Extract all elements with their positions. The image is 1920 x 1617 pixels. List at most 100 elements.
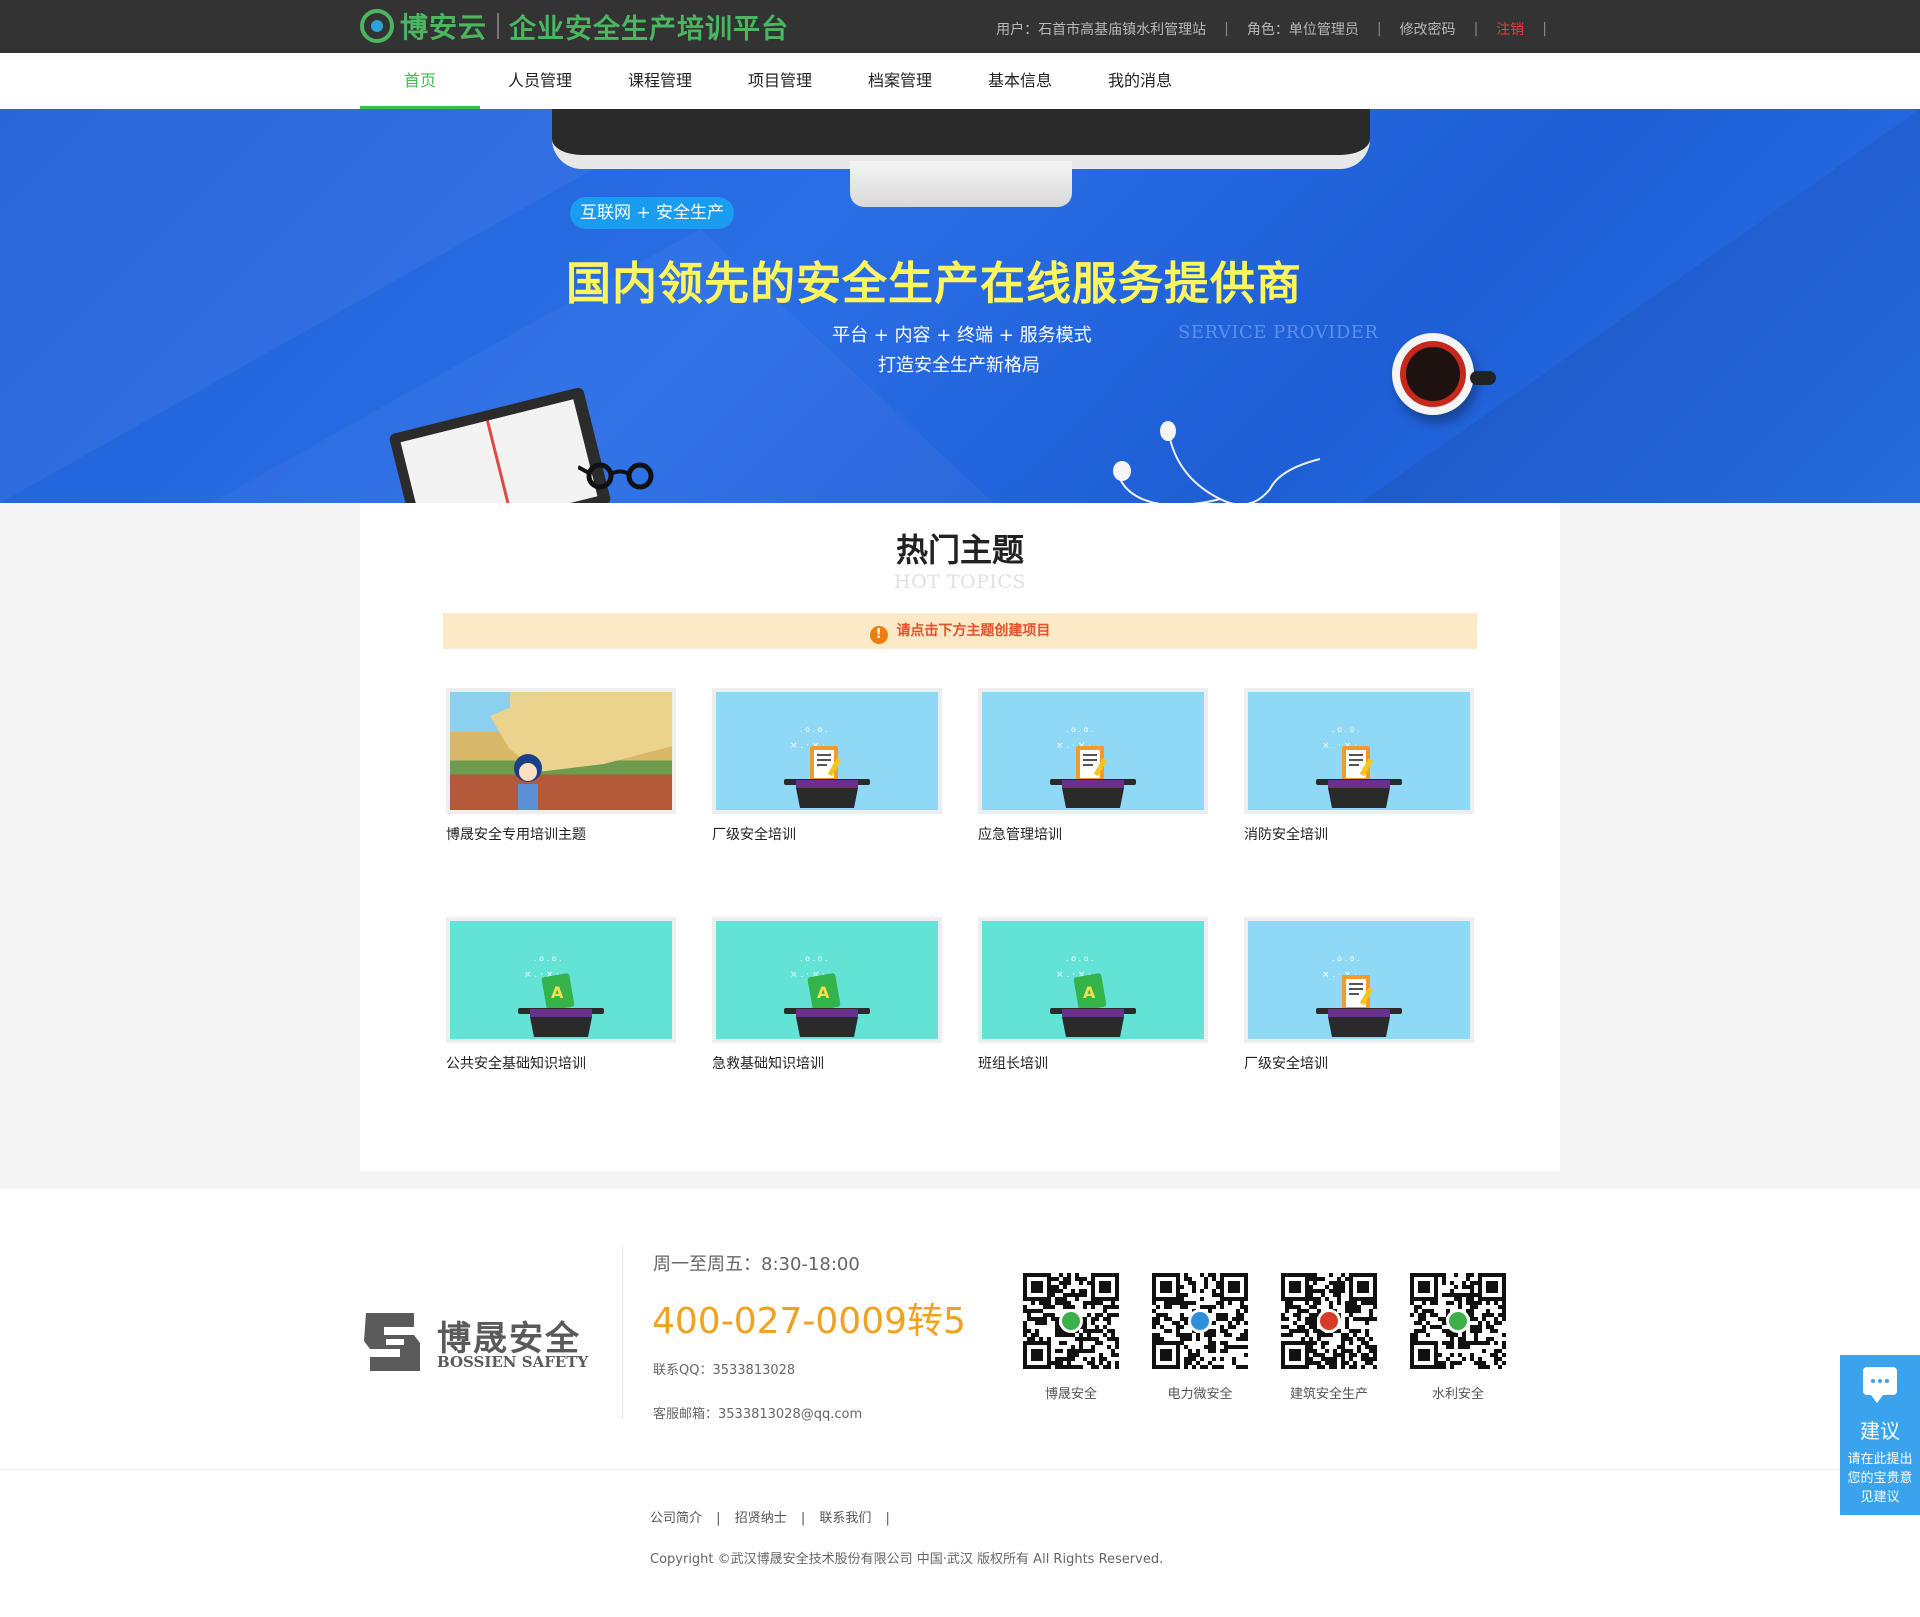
nav-item-messages[interactable]: 我的消息: [1080, 53, 1200, 109]
top-bar: 博安云 企业安全生产培训平台 用户：石首市高基庙镇水利管理站 | 角色：单位管理…: [0, 0, 1920, 53]
change-password-link[interactable]: 修改密码: [1400, 19, 1456, 39]
topic-thumbnail[interactable]: . o . o . × . · × · A: [446, 917, 676, 1043]
coffee-cup-illustration: [1392, 333, 1474, 415]
topic-label[interactable]: 急救基础知识培训: [712, 1053, 942, 1073]
svg-text:. o . o .: . o . o .: [1332, 725, 1360, 734]
footer-divider: [622, 1247, 623, 1419]
topic-label[interactable]: 博晟安全专用培训主题: [446, 824, 676, 844]
magic-hat-clipboard-icon: . o . o . × . · × ·: [1316, 725, 1402, 808]
qrcode-label: 建筑安全生产: [1289, 1387, 1368, 1402]
link-careers[interactable]: 招贤纳士: [735, 1511, 787, 1526]
topic-thumbnail[interactable]: . o . o . × . · × ·: [1244, 688, 1474, 814]
nav-item-archives[interactable]: 档案管理: [840, 53, 960, 109]
svg-text:. o . o .: . o . o .: [1066, 954, 1094, 963]
notice-text: 请点击下方主题创建项目: [896, 623, 1051, 639]
section-title: 热门主题: [895, 531, 1024, 569]
logout-link[interactable]: 注销: [1496, 19, 1524, 39]
suggestion-widget[interactable]: 建议 请在此提出您的宝贵意见建议: [1840, 1355, 1920, 1515]
separator: |: [1542, 21, 1547, 37]
main-nav: 首页 人员管理 课程管理 项目管理 档案管理 基本信息 我的消息: [360, 53, 1200, 109]
separator: |: [716, 1511, 721, 1526]
topic-card[interactable]: . o . o . × . · × · A 班组长培训: [978, 917, 1208, 1073]
qrcode-block: 建筑安全生产: [1281, 1273, 1377, 1402]
topic-thumbnail[interactable]: . o . o . × . · × ·: [712, 688, 942, 814]
separator: |: [1224, 21, 1229, 37]
logo-brand: 博安云: [400, 11, 488, 44]
nav-item-basic-info[interactable]: 基本信息: [960, 53, 1080, 109]
copyright: Copyright ©武汉博晟安全技术股份有限公司 中国·武汉 版权所有 All…: [650, 1552, 1164, 1567]
service-phone: 400-027-0009转5: [652, 1301, 966, 1342]
qrcode-image: [1152, 1273, 1248, 1369]
banner-tag: 互联网 + 安全生产: [570, 197, 735, 229]
banner-subtitle: 平台 + 内容 + 终端 + 服务模式: [832, 325, 1092, 346]
topic-label[interactable]: 应急管理培训: [978, 824, 1208, 844]
magic-hat-clipboard-icon: . o . o . × . · × ·: [1316, 954, 1402, 1037]
suggestion-title[interactable]: 建议: [1840, 1415, 1920, 1444]
nav-item-personnel[interactable]: 人员管理: [480, 53, 600, 109]
qrcode-block: 水利安全: [1410, 1273, 1506, 1402]
footer-bottom: 公司简介 | 招贤纳士 | 联系我们 | Copyright ©武汉博晟安全技术…: [0, 1469, 1920, 1617]
svg-text:. o . o .: . o . o .: [534, 954, 562, 963]
link-company-intro[interactable]: 公司简介: [650, 1511, 702, 1526]
magic-hat-book-icon: . o . o . × . · × · A: [518, 954, 604, 1037]
topic-label[interactable]: 公共安全基础知识培训: [446, 1053, 676, 1073]
platform-name: 企业安全生产培训平台: [509, 13, 790, 45]
service-hours: 周一至周五：8:30-18:00: [653, 1254, 860, 1275]
hero-banner: 互联网 + 安全生产 国内领先的安全生产在线服务提供商 平台 + 内容 + 终端…: [0, 109, 1920, 503]
qrcode-label: 博晟安全: [1044, 1387, 1097, 1402]
topic-thumbnail[interactable]: . o . o . × . · × ·: [978, 688, 1208, 814]
topic-thumbnail[interactable]: [446, 688, 676, 814]
topic-label[interactable]: 班组长培训: [978, 1053, 1208, 1073]
qrcode-image: [1023, 1273, 1119, 1369]
topic-card[interactable]: . o . o . × . · × · 应急管理培训: [978, 688, 1208, 844]
banner-decoration: [1360, 109, 1920, 503]
footer-logo: 博晟安全 BOSSIEN SAFETY: [360, 1309, 620, 1379]
topic-label[interactable]: 厂级安全培训: [1244, 1053, 1474, 1073]
separator: |: [885, 1511, 890, 1526]
role-label: 角色：单位管理员: [1246, 22, 1359, 38]
svg-text:. o . o .: . o . o .: [800, 725, 828, 734]
qrcode-center-logo: [1062, 1312, 1080, 1330]
topic-card[interactable]: . o . o . × . · × · 厂级安全培训: [712, 688, 942, 844]
topic-thumbnail[interactable]: . o . o . × . · × · A: [978, 917, 1208, 1043]
separator: |: [800, 1511, 806, 1526]
qrcode-image: [1410, 1273, 1506, 1369]
topic-card[interactable]: 博晟安全专用培训主题: [446, 688, 676, 844]
hot-topics-panel: 热门主题 HOT TOPICS ! 请点击下方主题创建项目 博晟安全专用培训主题: [360, 503, 1560, 1171]
topic-card[interactable]: . o . o . × . · × · A 公共安全基础知识培训: [446, 917, 676, 1073]
nav-item-home[interactable]: 首页: [360, 53, 480, 109]
qrcode-center-logo: [1191, 1312, 1209, 1330]
user-info-bar: 用户：石首市高基庙镇水利管理站 | 角色：单位管理员 | 修改密码 | 注销 |: [996, 19, 1565, 39]
footer: 博晟安全 BOSSIEN SAFETY 周一至周五：8:30-18:00 400…: [0, 1189, 1920, 1469]
monitor-illustration: [552, 109, 1370, 169]
logo-icon: [360, 9, 394, 43]
section-subtitle: HOT TOPICS: [894, 571, 1026, 593]
svg-text:. o . o .: . o . o .: [1332, 954, 1360, 963]
contact-qq: 联系QQ：3533813028: [653, 1363, 796, 1378]
link-contact-us[interactable]: 联系我们: [819, 1511, 871, 1526]
topic-thumbnail[interactable]: . o . o . × . · × · A: [712, 917, 942, 1043]
main-nav-bar: 首页 人员管理 课程管理 项目管理 档案管理 基本信息 我的消息: [0, 53, 1920, 109]
cartoon-worker-illustration: [514, 754, 542, 810]
nav-item-projects[interactable]: 项目管理: [720, 53, 840, 109]
magic-hat-book-icon: . o . o . × . · × · A: [784, 954, 870, 1037]
topic-card[interactable]: . o . o . × . · × · 厂级安全培训: [1244, 917, 1474, 1073]
topic-label[interactable]: 厂级安全培训: [712, 824, 942, 844]
separator: |: [1473, 21, 1479, 37]
warning-icon: !: [869, 626, 888, 644]
platform-logo[interactable]: 博安云 企业安全生产培训平台: [360, 8, 790, 45]
contact-email: 客服邮箱：3533813028@qq.com: [653, 1407, 863, 1422]
qrcode-center-logo: [1449, 1312, 1467, 1330]
magic-hat-clipboard-icon: . o . o . × . · × ·: [1050, 725, 1136, 808]
nav-item-courses[interactable]: 课程管理: [600, 53, 720, 109]
topic-card[interactable]: . o . o . × . · × · 消防安全培训: [1244, 688, 1474, 844]
banner-english-caption: SERVICE PROVIDER: [1178, 322, 1379, 343]
glasses-illustration: [578, 462, 654, 490]
notice-bar: ! 请点击下方主题创建项目: [443, 613, 1477, 649]
topic-card[interactable]: . o . o . × . · × · A 急救基础知识培训: [712, 917, 942, 1073]
bossien-logo-icon: [364, 1313, 420, 1371]
topic-thumbnail[interactable]: . o . o . × . · × ·: [1244, 917, 1474, 1043]
topic-label[interactable]: 消防安全培训: [1244, 824, 1474, 844]
svg-text:A: A: [1083, 983, 1096, 1002]
suggestion-description: 请在此提出您的宝贵意见建议: [1847, 1452, 1913, 1505]
